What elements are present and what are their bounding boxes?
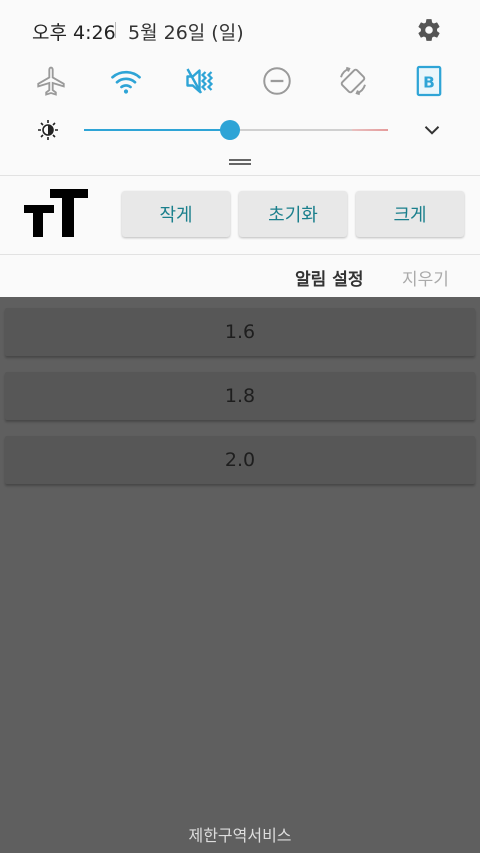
date-text: 5월 26일 (일): [128, 22, 244, 44]
expand-panel-button[interactable]: [418, 117, 446, 143]
font-smaller-button[interactable]: 작게: [122, 191, 230, 237]
quick-toggles: B: [0, 58, 480, 104]
drag-handle[interactable]: [229, 159, 251, 165]
rotate-icon: [340, 66, 366, 96]
clock-time: 오후 4:26: [32, 22, 116, 44]
font-larger-button[interactable]: 크게: [356, 191, 464, 237]
list-item[interactable]: 2.0: [5, 436, 475, 484]
font-reset-button[interactable]: 초기화: [239, 191, 347, 237]
sound-mode-toggle[interactable]: [178, 58, 224, 104]
gear-icon: [418, 19, 440, 41]
carrier-label: 제한구역서비스: [188, 826, 292, 845]
list-item[interactable]: 1.8: [5, 372, 475, 420]
brightness-auto-icon: [34, 118, 62, 142]
auto-rotate-toggle[interactable]: [330, 58, 376, 104]
status-row: 오후 4:26 5월 26일 (일): [0, 0, 480, 60]
status-separator: [115, 22, 116, 38]
airplane-icon: [37, 66, 65, 96]
notification-settings-button[interactable]: 알림 설정: [295, 265, 363, 290]
divider: [0, 175, 480, 176]
brightness-slider-thumb[interactable]: [219, 120, 240, 140]
wifi-toggle[interactable]: [103, 58, 149, 104]
bluetooth-toggle[interactable]: B: [406, 58, 452, 104]
text-size-app-icon: [22, 187, 88, 241]
list-item[interactable]: 1.6: [5, 308, 475, 356]
chevron-down-icon: [424, 126, 440, 135]
brightness-slider[interactable]: [84, 120, 388, 140]
clear-notifications-button[interactable]: 지우기: [402, 265, 449, 290]
mute-vibrate-icon: [186, 68, 214, 94]
do-not-disturb-icon: [263, 67, 291, 95]
divider: [0, 254, 480, 255]
brightness-high-zone: [352, 129, 388, 131]
do-not-disturb-toggle[interactable]: [254, 58, 300, 104]
svg-text:B: B: [423, 73, 435, 91]
wifi-icon: [111, 70, 141, 94]
notification-panel: 오후 4:26 5월 26일 (일) B 작게 초기화 크게 알림 설정 지우기: [0, 0, 480, 297]
brightness-slider-fill: [84, 129, 230, 131]
bluetooth-icon: B: [416, 65, 442, 97]
airplane-mode-toggle[interactable]: [28, 58, 74, 104]
brightness-row: [0, 110, 480, 150]
settings-button[interactable]: [414, 15, 444, 45]
